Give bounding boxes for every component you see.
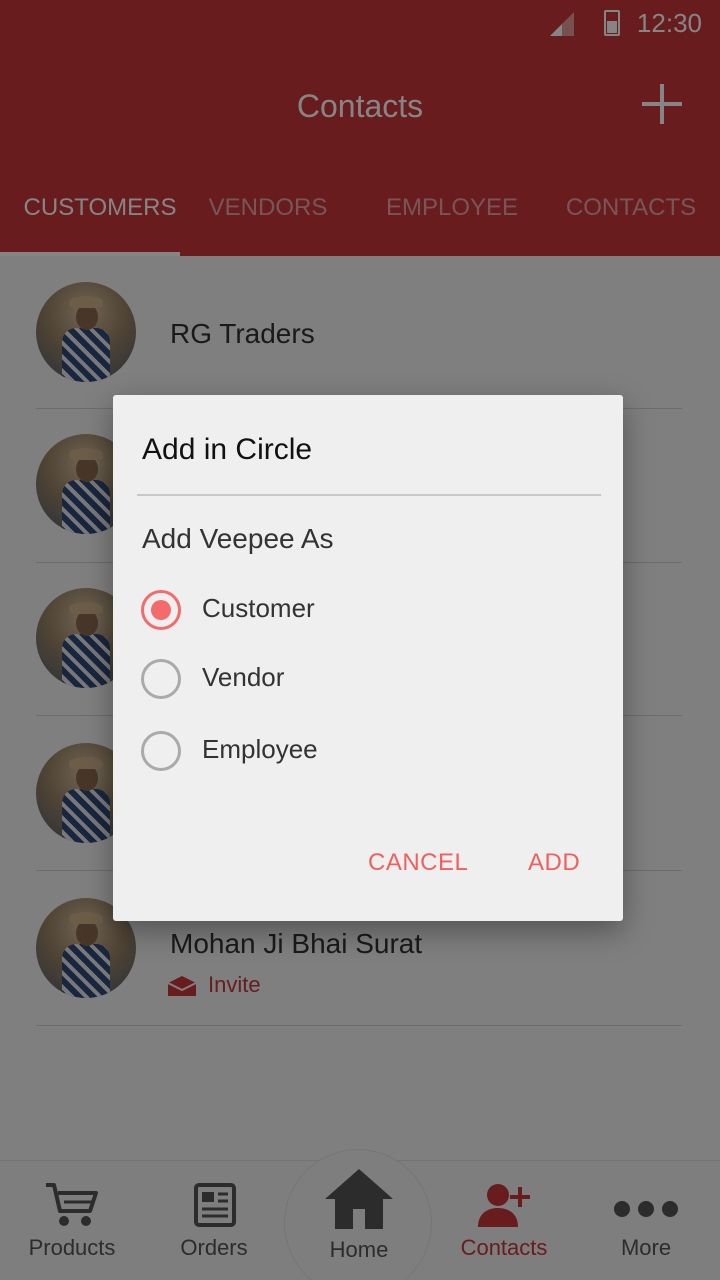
radio-checked-icon[interactable]: [141, 590, 181, 630]
radio-customer[interactable]: Customer: [141, 590, 581, 638]
radio-label: Customer: [202, 593, 315, 623]
add-button[interactable]: ADD: [528, 849, 580, 877]
radio-label: Employee: [202, 734, 318, 764]
add-in-circle-dialog: Add in Circle Add Veepee As Customer Ven…: [113, 395, 623, 921]
dialog-divider: [137, 494, 601, 496]
cancel-button[interactable]: CANCEL: [368, 849, 468, 877]
radio-label: Vendor: [202, 662, 285, 692]
radio-unchecked-icon[interactable]: [141, 659, 181, 699]
dialog-title: Add in Circle: [142, 433, 313, 466]
dialog-subtitle: Add Veepee As: [142, 523, 334, 554]
radio-unchecked-icon[interactable]: [141, 731, 181, 771]
radio-vendor[interactable]: Vendor: [141, 659, 581, 707]
radio-employee[interactable]: Employee: [141, 731, 581, 779]
